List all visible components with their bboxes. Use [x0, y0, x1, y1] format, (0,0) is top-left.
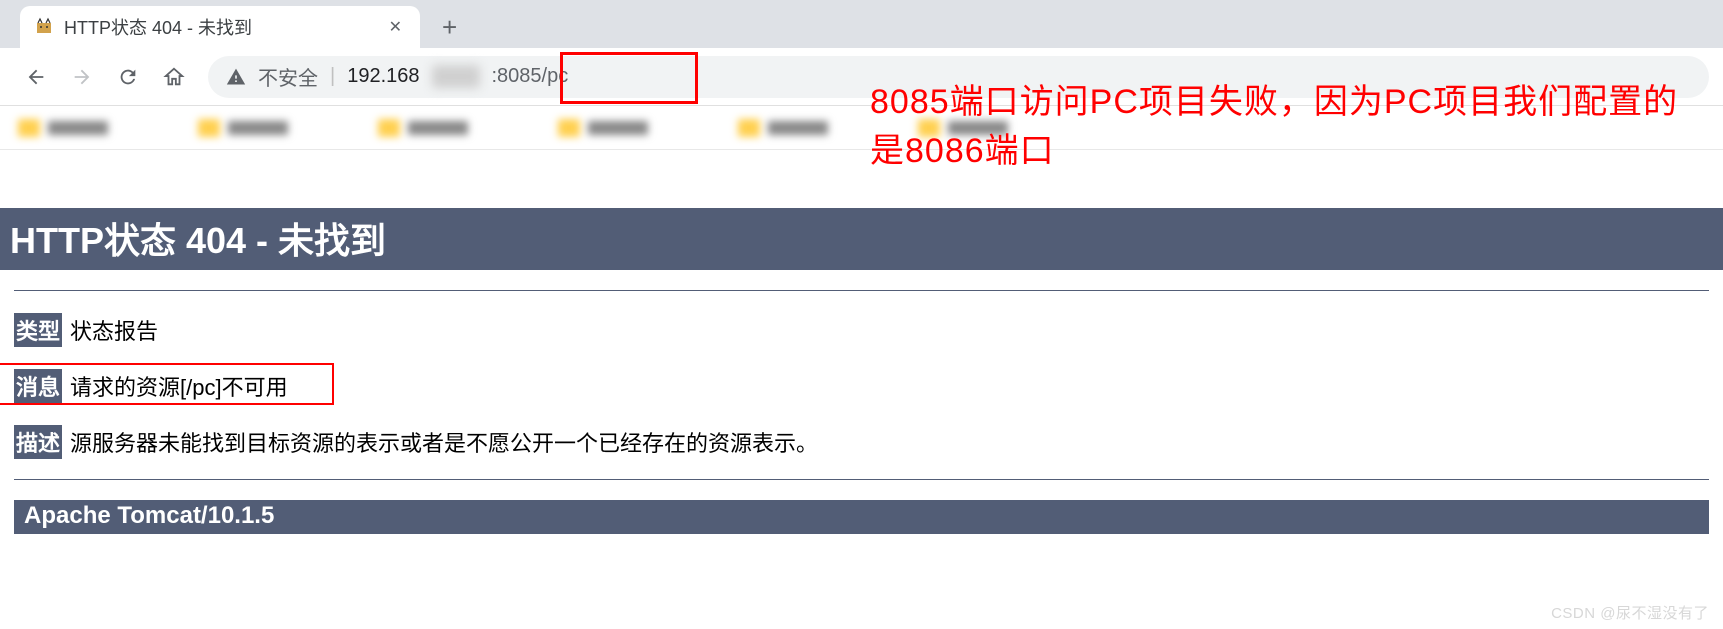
address-bar[interactable]: 不安全 | 192.168 xxxx :8085/pc — [208, 56, 1709, 98]
browser-tab[interactable]: HTTP状态 404 - 未找到 ✕ — [20, 6, 420, 48]
message-row: 消息 请求的资源[/pc]不可用 — [0, 369, 1723, 403]
bookmark-folder[interactable] — [558, 119, 648, 137]
reload-button[interactable] — [106, 55, 150, 99]
server-footer: Apache Tomcat/10.1.5 — [14, 500, 1709, 534]
bookmark-folder[interactable] — [918, 119, 1008, 137]
message-label: 消息 — [14, 369, 62, 403]
not-secure-icon — [226, 67, 246, 87]
tomcat-favicon — [34, 17, 54, 37]
error-heading: HTTP状态 404 - 未找到 — [0, 208, 1723, 270]
browser-tab-bar: HTTP状态 404 - 未找到 ✕ + — [0, 0, 1723, 48]
url-redacted: xxxx — [432, 65, 480, 88]
divider — [14, 479, 1709, 480]
type-label: 类型 — [14, 313, 62, 347]
description-row: 描述 源服务器未能找到目标资源的表示或者是不愿公开一个已经存在的资源表示。 — [0, 425, 1723, 459]
description-label: 描述 — [14, 425, 62, 459]
close-tab-icon[interactable]: ✕ — [385, 13, 406, 41]
browser-toolbar: 不安全 | 192.168 xxxx :8085/pc — [0, 48, 1723, 106]
url-path: :8085/pc — [492, 65, 569, 88]
forward-button[interactable] — [60, 55, 104, 99]
tab-title: HTTP状态 404 - 未找到 — [64, 14, 375, 40]
bookmarks-bar — [0, 106, 1723, 150]
type-value: 状态报告 — [70, 314, 158, 346]
type-row: 类型 状态报告 — [0, 313, 1723, 347]
message-value: 请求的资源[/pc]不可用 — [70, 370, 288, 402]
bookmark-folder[interactable] — [378, 119, 468, 137]
security-status: 不安全 — [258, 62, 318, 91]
bookmark-folder[interactable] — [738, 119, 828, 137]
divider — [14, 290, 1709, 291]
back-button[interactable] — [14, 55, 58, 99]
home-button[interactable] — [152, 55, 196, 99]
description-value: 源服务器未能找到目标资源的表示或者是不愿公开一个已经存在的资源表示。 — [70, 426, 818, 458]
page-content: HTTP状态 404 - 未找到 类型 状态报告 消息 请求的资源[/pc]不可… — [0, 208, 1723, 534]
new-tab-button[interactable]: + — [420, 6, 479, 48]
watermark: CSDN @尿不湿没有了 — [1551, 602, 1709, 623]
bookmark-folder[interactable] — [18, 119, 108, 137]
url-host: 192.168 — [347, 65, 419, 88]
bookmark-folder[interactable] — [198, 119, 288, 137]
separator: | — [330, 65, 335, 88]
url-annotation-box — [560, 52, 698, 104]
